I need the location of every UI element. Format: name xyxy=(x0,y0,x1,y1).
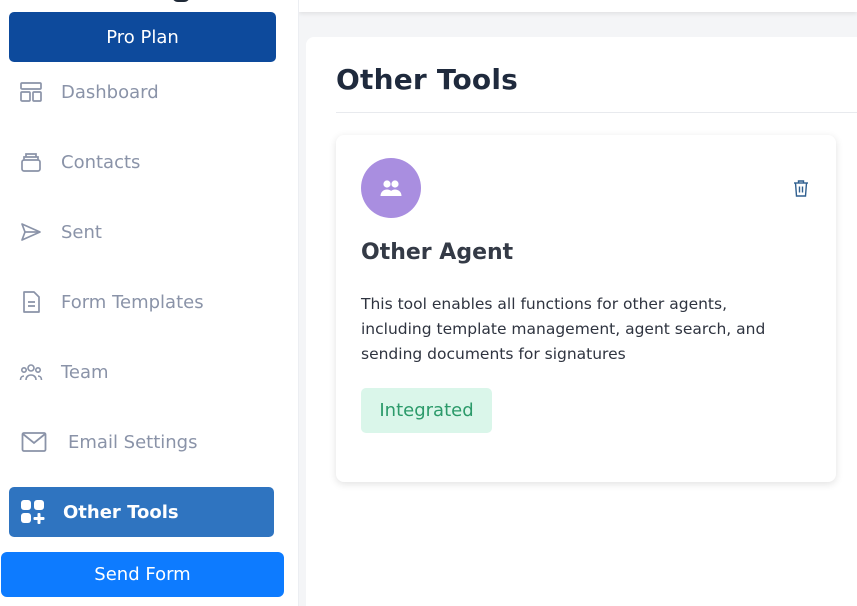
send-icon xyxy=(18,219,44,245)
divider xyxy=(336,112,857,113)
sidebar-item-contacts[interactable]: Contacts xyxy=(0,137,299,187)
sidebar-item-dashboard[interactable]: Dashboard xyxy=(0,67,299,117)
apps-add-icon xyxy=(20,499,46,525)
pro-plan-button[interactable]: Pro Plan xyxy=(9,12,276,62)
card-description: This tool enables all functions for othe… xyxy=(361,295,766,363)
sidebar-item-label: Dashboard xyxy=(61,81,159,103)
status-badge: Integrated xyxy=(361,388,492,433)
sidebar-item-team[interactable]: Team xyxy=(0,347,299,397)
sidebar-item-label: Other Tools xyxy=(63,501,179,523)
mail-icon xyxy=(21,429,47,455)
dashboard-icon xyxy=(18,79,44,105)
sidebar: Pro Plan Dashboard Contacts Sent Form Te… xyxy=(0,0,299,606)
document-icon xyxy=(18,289,44,315)
card-title: Other Agent xyxy=(361,240,514,265)
page-title: Other Tools xyxy=(336,63,518,96)
sidebar-item-sent[interactable]: Sent xyxy=(0,207,299,257)
users-icon xyxy=(361,158,421,218)
sidebar-item-label: Email Settings xyxy=(68,431,198,453)
sidebar-item-other-tools[interactable]: Other Tools xyxy=(9,487,274,537)
sidebar-item-label: Form Templates xyxy=(61,291,204,313)
sidebar-item-label: Sent xyxy=(61,221,102,243)
send-form-button[interactable]: Send Form xyxy=(1,552,284,597)
contacts-icon xyxy=(18,149,44,175)
tool-card: Other Agent This tool enables all functi… xyxy=(336,135,836,482)
sidebar-item-form-templates[interactable]: Form Templates xyxy=(0,277,299,327)
team-icon xyxy=(18,359,44,385)
sidebar-item-label: Team xyxy=(61,361,109,383)
trash-icon[interactable] xyxy=(790,177,812,199)
sidebar-item-email-settings[interactable]: Email Settings xyxy=(0,417,299,467)
main-panel: Other Tools Other Agent This tool enable… xyxy=(306,37,857,606)
logo xyxy=(150,0,200,4)
top-bar xyxy=(299,0,857,12)
sidebar-item-label: Contacts xyxy=(61,151,141,173)
